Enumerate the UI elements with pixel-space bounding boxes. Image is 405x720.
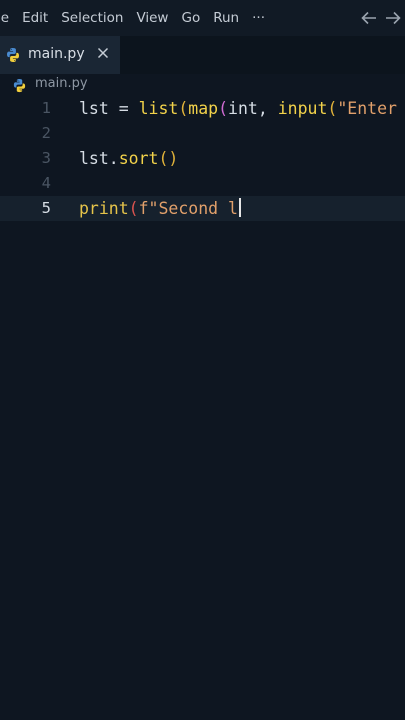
forward-arrow-icon[interactable] — [381, 0, 405, 36]
line-number: 3 — [41, 149, 51, 167]
menu-items: le Edit Selection View Go Run ··· — [0, 0, 278, 36]
menu-bar: le Edit Selection View Go Run ··· — [0, 0, 405, 36]
code-text: lst.sort() — [79, 149, 179, 168]
back-arrow-icon[interactable] — [357, 0, 381, 36]
menu-view[interactable]: View — [136, 0, 168, 36]
line-number-active: 5 — [41, 199, 51, 217]
python-icon — [5, 47, 21, 67]
menu-more[interactable]: ··· — [252, 0, 265, 36]
line-number: 4 — [41, 174, 51, 192]
code-text: lst = list(map(int, input("Enter — [79, 99, 397, 118]
code-text: print(f"Second l — [79, 196, 241, 221]
menu-edit[interactable]: Edit — [22, 0, 48, 36]
tab-main-py[interactable]: main.py — [0, 36, 120, 74]
line-number: 1 — [41, 99, 51, 117]
close-icon[interactable] — [96, 45, 112, 63]
menu-selection[interactable]: Selection — [61, 0, 123, 36]
text-cursor — [238, 198, 241, 217]
tab-label: main.py — [28, 46, 85, 62]
breadcrumb-file[interactable]: main.py — [35, 76, 88, 91]
menu-go[interactable]: Go — [181, 0, 200, 36]
code-line-4[interactable]: 4 — [0, 171, 405, 196]
menu-file[interactable]: le — [0, 0, 9, 36]
code-line-3[interactable]: 3 lst.sort() — [0, 146, 405, 171]
breadcrumb: main.py — [0, 74, 405, 96]
code-line-2[interactable]: 2 — [0, 121, 405, 146]
code-line-1[interactable]: 1 lst = list(map(int, input("Enter — [0, 96, 405, 121]
navigation-arrows — [357, 0, 405, 36]
tab-bar: main.py — [0, 36, 405, 74]
line-number: 2 — [41, 124, 51, 142]
code-editor[interactable]: 1 lst = list(map(int, input("Enter 2 3 l… — [0, 96, 405, 720]
menu-run[interactable]: Run — [213, 0, 239, 36]
python-icon — [12, 78, 27, 97]
code-line-5-active[interactable]: 5 print(f"Second l — [0, 196, 405, 221]
